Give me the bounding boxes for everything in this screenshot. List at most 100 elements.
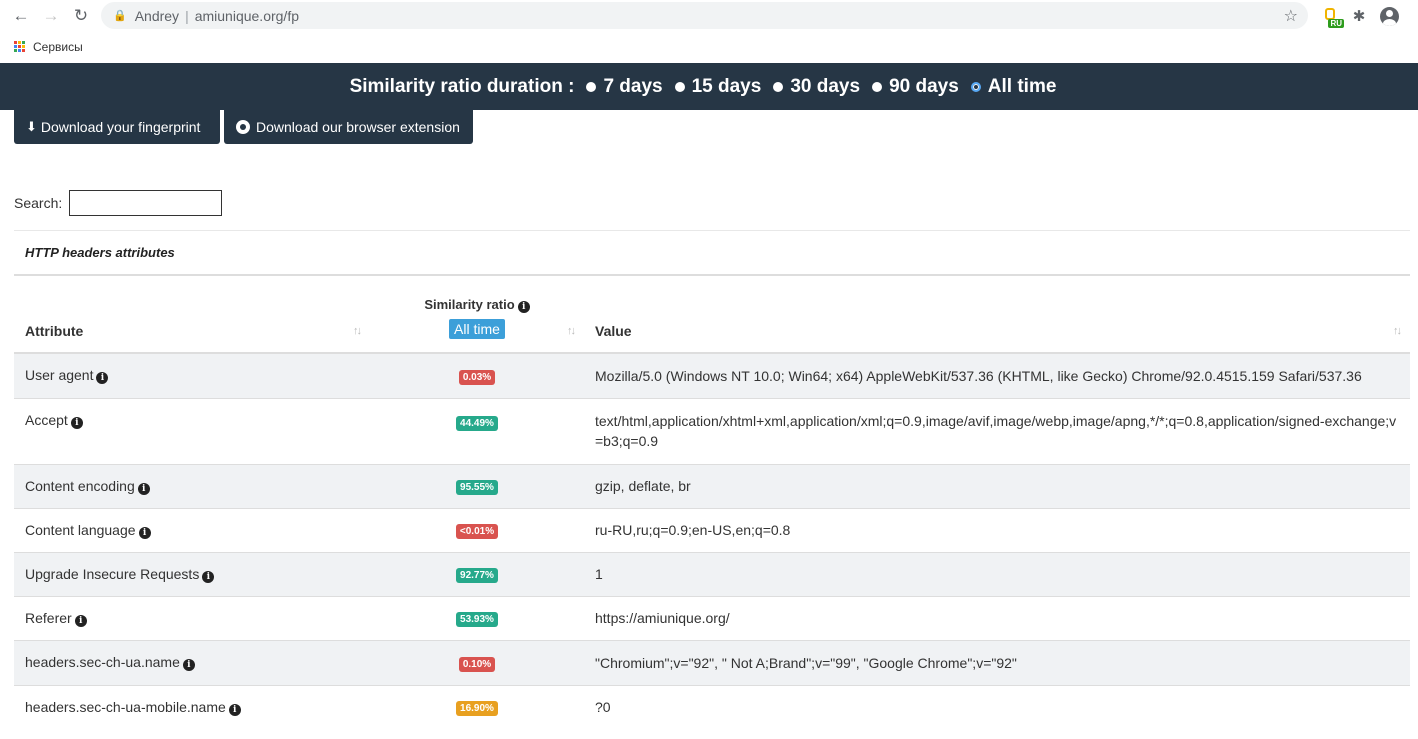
info-icon[interactable]: i xyxy=(138,526,151,539)
similarity-badge: 44.49% xyxy=(456,415,498,431)
radio-icon[interactable] xyxy=(674,81,685,92)
table-row: headers.sec-ch-ua.name i 0.10% "Chromium"… xyxy=(14,639,1410,685)
table-row: Content language i <0.01% ru-RU,ru;q=0.9;… xyxy=(14,507,1410,552)
attribute-cell: Content encoding i xyxy=(14,463,370,508)
duration-option-30-days[interactable]: 30 days xyxy=(773,76,860,98)
value-header-label: Value xyxy=(595,323,632,339)
similarity-cell: 95.55% xyxy=(370,463,584,508)
info-icon[interactable]: i xyxy=(137,482,150,495)
back-arrow-icon[interactable]: ← xyxy=(8,3,34,29)
similarity-cell: 53.93% xyxy=(370,595,584,640)
attribute-cell: Accept i xyxy=(14,397,370,464)
attribute-name: Upgrade Insecure Requests xyxy=(25,565,200,582)
similarity-badge: <0.01% xyxy=(455,524,499,539)
similarity-badge: 95.55% xyxy=(456,480,498,495)
column-header-attribute[interactable]: Attribute ↑↓ xyxy=(14,277,370,354)
duration-option-label: 90 days xyxy=(889,75,959,97)
attribute-header-label: Attribute xyxy=(25,323,84,339)
extension-ru-badge: RU xyxy=(1328,19,1344,28)
attribute-name: headers.sec-ch-ua.name xyxy=(25,654,180,670)
download-icon: ⬇ xyxy=(26,119,37,134)
similarity-header-label: Similarity ratio i xyxy=(424,297,530,313)
info-icon[interactable]: i xyxy=(202,570,215,583)
attributes-table: Attribute ↑↓ Similarity ratio i All time … xyxy=(14,277,1410,729)
duration-option-all-time[interactable]: All time xyxy=(970,75,1057,98)
attribute-cell: headers.sec-ch-ua.name i xyxy=(14,639,370,685)
extension-ru-icon[interactable]: RU xyxy=(1322,4,1344,28)
info-icon[interactable]: i xyxy=(74,614,87,627)
similarity-cell: 0.03% xyxy=(370,352,584,398)
extensions-puzzle-icon[interactable]: ✱ xyxy=(1350,4,1368,28)
column-header-value[interactable]: Value ↑↓ xyxy=(584,277,1410,354)
download-extension-button[interactable]: Download our browser extension xyxy=(224,110,473,144)
bookmark-star-icon[interactable]: ☆ xyxy=(1284,6,1298,26)
value-cell: ?0 xyxy=(584,684,1410,729)
table-row: User agent i 0.03% Mozilla/5.0 (Windows N… xyxy=(14,352,1410,398)
forward-arrow-icon[interactable]: → xyxy=(38,3,64,29)
attribute-cell: User agent i xyxy=(14,352,370,398)
value-cell: 1 xyxy=(584,551,1410,596)
duration-option-label: 30 days xyxy=(790,75,861,97)
table-row: headers.sec-ch-ua-mobile.name i 16.90% ?0 xyxy=(14,684,1410,729)
duration-option-label: 7 days xyxy=(603,75,663,97)
sort-icon[interactable]: ↑↓ xyxy=(1393,325,1402,337)
reload-icon[interactable]: ↻ xyxy=(68,3,94,29)
duration-title: Similarity ratio duration : xyxy=(349,75,575,97)
info-icon[interactable]: i xyxy=(96,372,109,385)
similarity-badge: 16.90% xyxy=(456,701,498,717)
similarity-period-badge: All time xyxy=(449,319,505,339)
value-cell: https://amiunique.org/ xyxy=(584,595,1410,640)
duration-option-label: 15 days xyxy=(691,75,762,97)
duration-option-7-days[interactable]: 7 days xyxy=(586,75,663,98)
duration-option-90-days[interactable]: 90 days xyxy=(872,76,959,98)
sort-icon[interactable]: ↑↓ xyxy=(353,325,362,337)
value-cell: text/html,application/xhtml+xml,applicat… xyxy=(584,397,1410,464)
attribute-name: Referer xyxy=(25,609,72,626)
browser-toolbar: ← → ↻ 🔒 Andrey | amiunique.org/fp ☆ RU ✱ xyxy=(0,0,1418,31)
section-title: HTTP headers attributes xyxy=(14,230,1410,276)
attribute-cell: Content language i xyxy=(14,507,370,552)
duration-option-label: All time xyxy=(987,75,1057,97)
lock-icon: 🔒 xyxy=(113,10,127,22)
column-header-similarity[interactable]: Similarity ratio i All time ↑↓ xyxy=(370,277,584,354)
value-cell: gzip, deflate, br xyxy=(584,463,1410,508)
address-bar[interactable]: 🔒 Andrey | amiunique.org/fp ☆ xyxy=(101,2,1308,29)
similarity-cell: 92.77% xyxy=(370,551,584,596)
profile-avatar-icon[interactable] xyxy=(1379,4,1399,28)
table-row: Referer i 53.93% https://amiunique.org/ xyxy=(14,595,1410,640)
download-fingerprint-button[interactable]: ⬇ Download your fingerprint xyxy=(14,110,220,144)
radio-icon[interactable] xyxy=(586,81,597,92)
table-row: Content encoding i 95.55% gzip, deflate, … xyxy=(14,463,1410,508)
radio-icon[interactable] xyxy=(773,81,784,92)
similarity-cell: 0.10% xyxy=(370,639,584,685)
search-label: Search: xyxy=(14,195,63,211)
search-area: Search: xyxy=(14,190,223,216)
bookmarks-bar: Сервисы xyxy=(0,31,1418,62)
attribute-name: User agent xyxy=(25,367,94,384)
sort-icon[interactable]: ↑↓ xyxy=(567,325,576,337)
value-cell: "Chromium";v="92", " Not A;Brand";v="99"… xyxy=(584,639,1410,685)
apps-grid-icon[interactable] xyxy=(14,41,25,52)
value-cell: Mozilla/5.0 (Windows NT 10.0; Win64; x64… xyxy=(584,352,1410,398)
duration-option-15-days[interactable]: 15 days xyxy=(674,75,762,98)
attribute-name: Accept xyxy=(25,411,68,428)
value-cell: ru-RU,ru;q=0.9;en-US,en;q=0.8 xyxy=(584,507,1410,552)
chrome-icon xyxy=(236,120,250,134)
info-icon[interactable]: i xyxy=(228,703,241,716)
info-icon[interactable]: i xyxy=(70,416,83,429)
similarity-duration-bar: Similarity ratio duration : 7 days 15 da… xyxy=(0,63,1418,110)
address-separator: | xyxy=(185,7,189,24)
bookmark-services[interactable]: Сервисы xyxy=(33,40,83,54)
url-text[interactable]: amiunique.org/fp xyxy=(195,8,299,24)
attribute-name: Content language xyxy=(25,521,136,538)
search-input[interactable] xyxy=(69,190,223,216)
radio-icon[interactable] xyxy=(872,81,883,92)
info-icon[interactable]: i xyxy=(517,301,530,313)
table-row: Upgrade Insecure Requests i 92.77% 1 xyxy=(14,551,1410,596)
download-extension-label: Download our browser extension xyxy=(256,119,460,135)
attribute-cell: Upgrade Insecure Requests i xyxy=(14,551,370,596)
radio-selected-icon[interactable] xyxy=(970,81,981,92)
attribute-cell: headers.sec-ch-ua-mobile.name i xyxy=(14,684,370,729)
profile-name: Andrey xyxy=(134,7,180,24)
info-icon[interactable]: i xyxy=(182,659,195,671)
